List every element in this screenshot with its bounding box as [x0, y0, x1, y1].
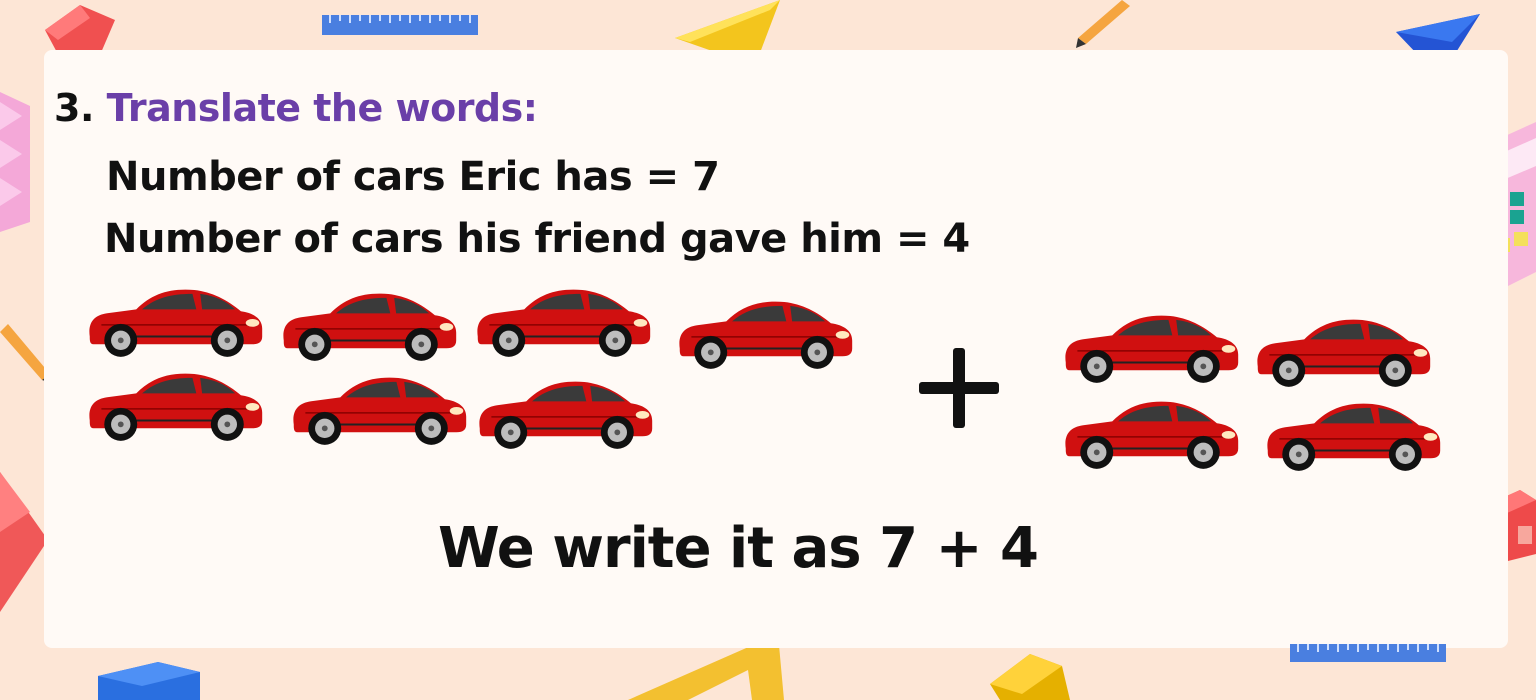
eric-cars-statement: Number of cars Eric has = 7 [106, 154, 720, 200]
red-car-icon [87, 288, 264, 359]
red-car-icon [1265, 402, 1442, 473]
plus-icon [919, 348, 999, 428]
ruler-icon [1290, 644, 1446, 662]
yellow-cube-icon [990, 654, 1070, 700]
red-car-icon [1063, 400, 1240, 471]
red-car-icon [677, 300, 854, 371]
red-car-icon [477, 380, 654, 451]
red-car-icon [1063, 314, 1240, 385]
problem-title: Translate the words: [106, 86, 538, 130]
equation-statement: We write it as 7 + 4 [438, 516, 1039, 581]
problem-heading: 3. Translate the words: [54, 86, 538, 130]
red-car-icon [291, 376, 468, 447]
red-car-icon [281, 292, 458, 363]
blue-cube-icon [98, 662, 200, 700]
red-car-icon [1255, 318, 1432, 389]
pencil-icon [1076, 0, 1130, 48]
friend-cars-statement: Number of cars his friend gave him = 4 [104, 216, 970, 262]
problem-number: 3. [54, 86, 94, 130]
ruler-icon [322, 15, 478, 35]
pink-cube-icon [0, 92, 30, 232]
red-cube-icon [0, 472, 48, 612]
red-car-icon [475, 288, 652, 359]
red-car-icon [87, 372, 264, 443]
